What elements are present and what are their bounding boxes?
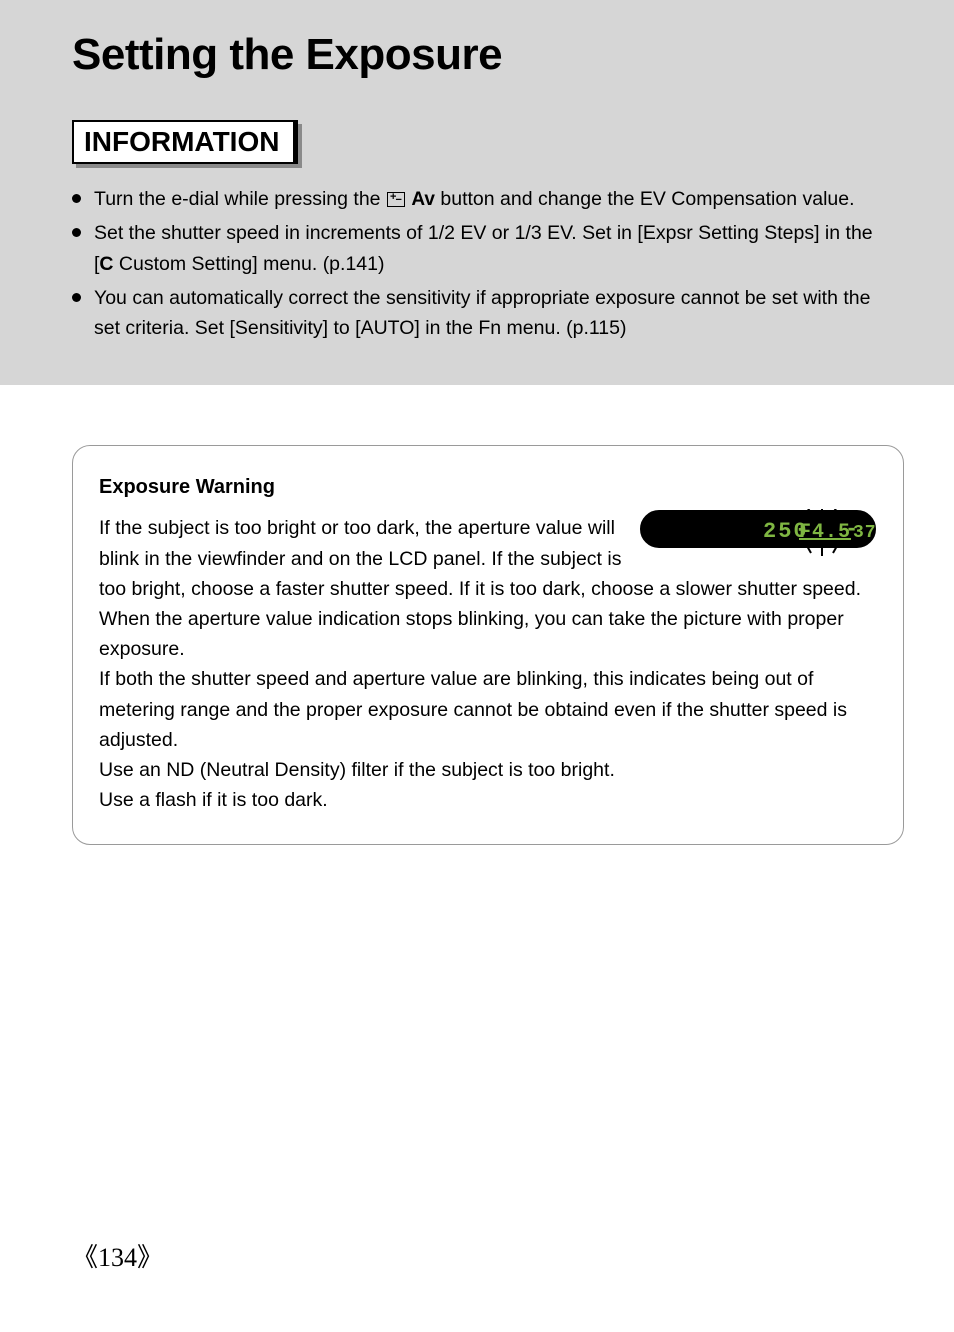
title-bar: Setting the Exposure <box>0 0 954 98</box>
page-title: Setting the Exposure <box>72 30 954 80</box>
info-item-2-post: Custom Setting] menu. (p.141) <box>114 253 385 275</box>
page-number-value: 134 <box>98 1243 137 1272</box>
info-heading: INFORMATION <box>72 120 298 164</box>
warning-p2: If both the shutter speed and aperture v… <box>99 668 847 750</box>
warning-p4: Use a flash if it is too dark. <box>99 789 328 811</box>
info-item-3: You can automatically correct the sensit… <box>72 283 882 343</box>
lcd-comp-val: 37 <box>853 523 877 543</box>
warning-body: 250 F4.5 - 37 If the subject is too brig… <box>99 513 877 815</box>
information-block: INFORMATION Turn the e-dial while pressi… <box>0 98 954 385</box>
info-item-2: Set the shutter speed in increments of 1… <box>72 218 882 278</box>
info-item-3-text: You can automatically correct the sensit… <box>94 287 870 339</box>
custom-c-icon: C <box>99 253 113 275</box>
lcd-aperture: F4.5 <box>799 521 851 544</box>
ev-compensation-icon <box>387 192 405 207</box>
info-heading-container: INFORMATION <box>72 120 298 164</box>
info-item-1-pre: Turn the e-dial while pressing the <box>94 188 386 210</box>
info-list: Turn the e-dial while pressing the Av bu… <box>72 184 882 343</box>
warning-p3: Use an ND (Neutral Density) filter if th… <box>99 759 615 781</box>
info-item-1-post: button and change the EV Compensation va… <box>440 188 854 210</box>
viewfinder-lcd-icon: 250 F4.5 - 37 <box>639 509 877 563</box>
page-number: 《134》 <box>72 1237 163 1274</box>
av-label: Av <box>411 189 435 210</box>
info-item-1: Turn the e-dial while pressing the Av bu… <box>72 184 882 214</box>
warning-title: Exposure Warning <box>99 472 877 503</box>
exposure-warning-box: Exposure Warning 250 F4.5 - 37 If <box>72 445 904 844</box>
